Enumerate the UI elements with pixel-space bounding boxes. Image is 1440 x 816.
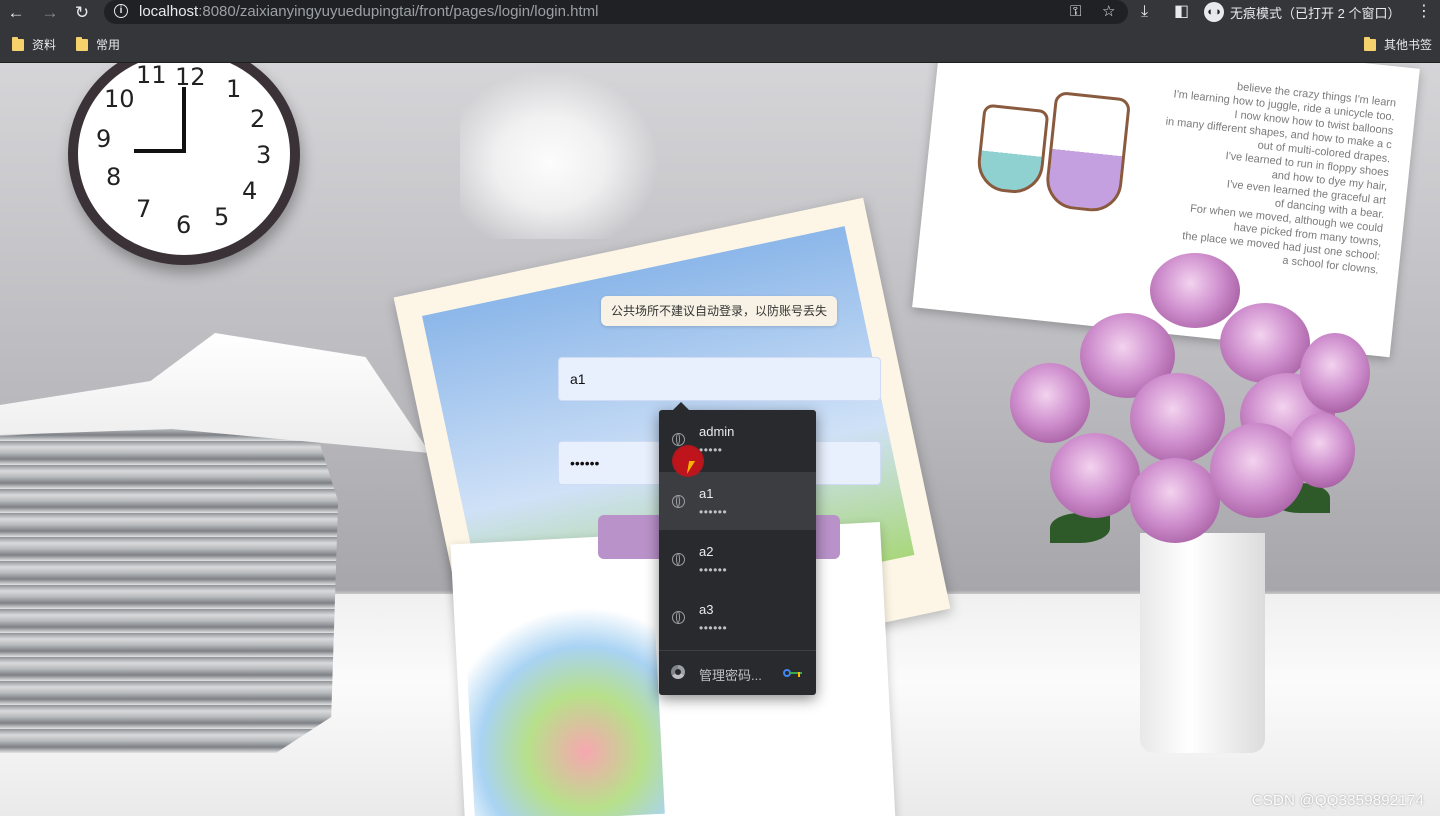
autofill-username: a1	[699, 486, 714, 501]
clock-number: 10	[104, 85, 135, 113]
book-stack-image	[0, 414, 339, 753]
clock-number: 9	[96, 125, 112, 153]
info-icon[interactable]: i	[114, 4, 128, 18]
bookmark-folder-changyong[interactable]: 常用	[76, 36, 120, 53]
clock-number: 5	[214, 203, 230, 231]
vase-image	[1140, 533, 1265, 753]
autofill-password: ••••••	[699, 621, 728, 635]
globe-icon	[672, 433, 685, 446]
dove-image	[460, 69, 660, 239]
url-path: :8080/zaixianyingyuyuedupingtai/front/pa…	[198, 3, 599, 20]
clock-number: 2	[250, 105, 266, 133]
username-input[interactable]: a1	[558, 357, 881, 401]
globe-icon	[672, 553, 685, 566]
clock-number: 3	[256, 141, 272, 169]
autofill-username: a2	[699, 544, 714, 559]
paper-poem: believe the crazy things I'm learn I'm l…	[1119, 69, 1397, 277]
autofill-username: admin	[699, 424, 735, 439]
clock-number: 8	[106, 163, 122, 191]
address-bar[interactable]: i localhost:8080/zaixianyingyuyuedupingt…	[104, 0, 1128, 24]
clock-number: 1	[226, 75, 242, 103]
wall-clock-image: 12 1 2 3 4 5 6 7 8 9 10 11	[68, 63, 300, 265]
incognito-icon: ◐◑	[1204, 2, 1224, 22]
star-icon[interactable]: ☆	[1102, 2, 1115, 22]
clock-number: 12	[175, 63, 206, 91]
bookmark-folder-other[interactable]: 其他书签	[1364, 36, 1432, 53]
google-password-key-icon	[783, 669, 803, 677]
autofill-item-a1[interactable]: a1 ••••••	[659, 472, 816, 530]
rose-icon	[1050, 433, 1140, 518]
clock-number: 11	[136, 63, 167, 89]
clock-minute-hand	[182, 87, 186, 151]
reload-icon[interactable]: ↻	[72, 3, 92, 23]
manage-passwords-label: 管理密码...	[699, 668, 762, 683]
incognito-indicator[interactable]: ◐◑ 无痕模式（已打开 2 个窗口）	[1202, 1, 1408, 23]
url-host: localhost	[139, 3, 199, 20]
rose-icon	[1300, 333, 1370, 413]
side-panel-icon[interactable]: ◧	[1174, 2, 1189, 22]
globe-icon	[672, 611, 685, 624]
bookmark-folder-ziliao[interactable]: 资料	[12, 36, 56, 53]
bookmark-label: 其他书签	[1384, 38, 1433, 52]
login-tip: 公共场所不建议自动登录，以防账号丢失	[601, 296, 838, 326]
url-text[interactable]: localhost:8080/zaixianyingyuyuedupingtai…	[139, 3, 598, 21]
folder-icon	[1364, 36, 1376, 51]
folder-icon	[76, 36, 88, 51]
flask-icon	[1043, 90, 1132, 215]
clock-number: 4	[242, 177, 258, 205]
autofill-item-a2[interactable]: a2 ••••••	[659, 530, 816, 588]
autofill-username: a3	[699, 602, 714, 617]
incognito-label: 无痕模式（已打开 2 个窗口）	[1230, 5, 1401, 21]
autofill-password: ••••••	[699, 505, 728, 519]
forward-icon[interactable]: →	[40, 3, 60, 23]
download-icon[interactable]: ⤓	[1141, 2, 1148, 22]
autofill-password: ••••••	[699, 563, 728, 577]
bookmark-label: 资料	[32, 38, 57, 52]
more-vertical-icon[interactable]: ⋮	[1416, 2, 1432, 22]
clock-hour-hand	[134, 149, 186, 153]
bookmarks-bar: 资料 常用 其他书签	[0, 26, 1440, 63]
back-icon[interactable]: ←	[6, 3, 26, 23]
folder-icon	[12, 36, 24, 51]
globe-icon	[672, 495, 685, 508]
flask-icon	[974, 103, 1050, 196]
rose-icon	[1130, 373, 1225, 463]
autofill-item-a3[interactable]: a3 ••••••	[659, 588, 816, 646]
rose-icon	[1290, 413, 1355, 488]
rose-icon	[1210, 423, 1305, 518]
csdn-watermark: CSDN @QQ3359892174	[1251, 792, 1424, 809]
rose-icon	[1010, 363, 1090, 443]
chrome-icon	[671, 665, 685, 679]
key-icon[interactable]: ⚿	[1070, 2, 1081, 22]
rose-icon	[1220, 303, 1310, 383]
rose-icon	[1150, 253, 1240, 328]
kids-illustration	[463, 593, 665, 816]
manage-passwords-item[interactable]: 管理密码...	[659, 651, 816, 695]
bookmark-label: 常用	[96, 38, 121, 52]
clock-number: 7	[136, 195, 152, 223]
browser-toolbar: ← → ↻ i localhost:8080/zaixianyingyuyued…	[0, 0, 1440, 26]
rose-icon	[1130, 458, 1220, 543]
clock-number: 6	[176, 211, 192, 239]
